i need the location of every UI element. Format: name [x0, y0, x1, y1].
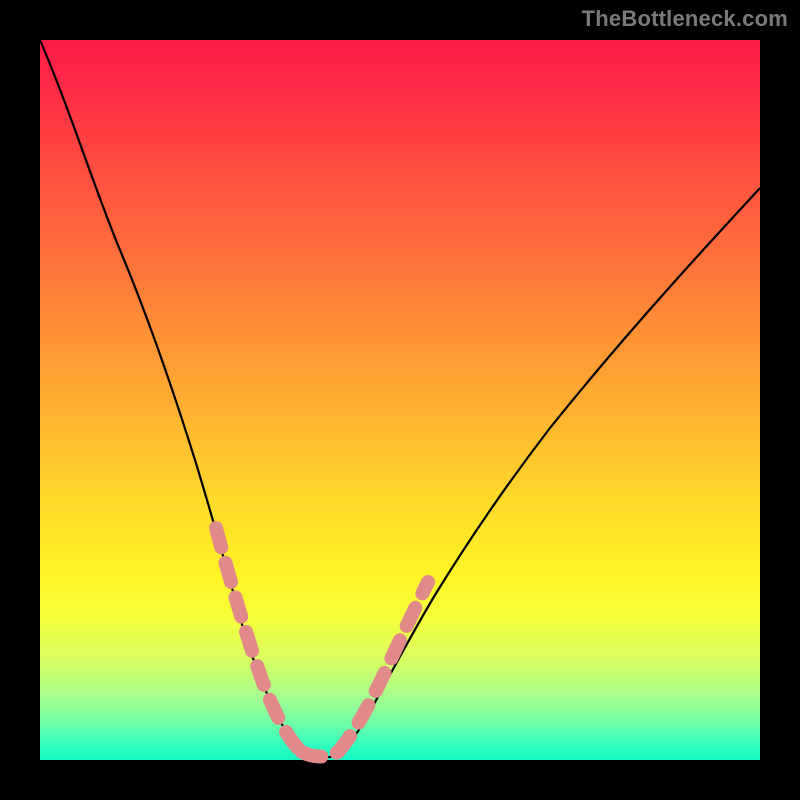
- accent-left-branch: [216, 528, 302, 752]
- chart-svg: [40, 40, 760, 760]
- watermark-text: TheBottleneck.com: [582, 6, 788, 32]
- plot-area: [40, 40, 760, 760]
- frame: TheBottleneck.com: [0, 0, 800, 800]
- accent-right-branch: [338, 582, 428, 752]
